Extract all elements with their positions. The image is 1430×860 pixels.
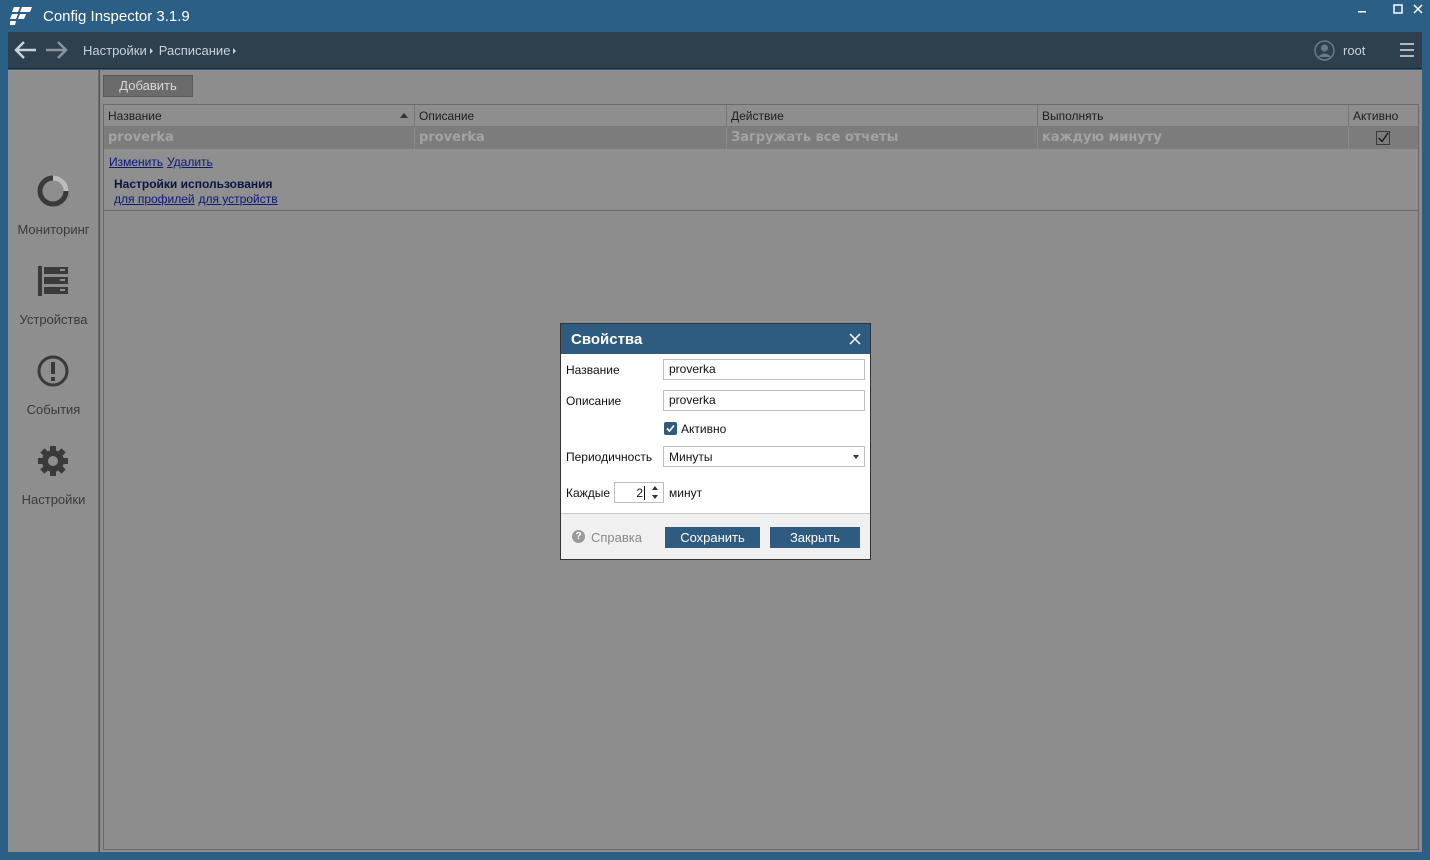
description-input[interactable]: proverka bbox=[663, 390, 865, 411]
period-select[interactable]: Минуты bbox=[663, 446, 865, 467]
app-logo-icon bbox=[10, 7, 32, 25]
avatar-icon bbox=[1314, 40, 1335, 61]
column-header-name[interactable]: Название bbox=[104, 105, 415, 127]
help-label: Справка bbox=[591, 530, 642, 545]
description-label: Описание bbox=[566, 394, 622, 408]
dialog-header: Свойства bbox=[561, 324, 870, 354]
events-icon bbox=[37, 355, 69, 387]
close-window-button[interactable] bbox=[1408, 2, 1428, 20]
name-input[interactable]: proverka bbox=[663, 359, 865, 380]
interval-unit: минут bbox=[669, 486, 703, 500]
for-devices-link[interactable]: для устройств bbox=[198, 192, 277, 206]
breadcrumb-item-settings[interactable]: Настройки bbox=[83, 43, 147, 58]
cell-action: Загружать все отчеты bbox=[727, 127, 1038, 149]
delete-link[interactable]: Удалить bbox=[167, 155, 213, 169]
navigation-bar: Настройки Расписание root bbox=[8, 32, 1422, 69]
period-select-value: Минуты bbox=[669, 450, 713, 464]
sort-ascending-icon bbox=[400, 113, 408, 118]
checkmark-icon bbox=[666, 424, 675, 433]
maximize-icon bbox=[1393, 4, 1403, 14]
sidebar-item-settings[interactable]: Настройки bbox=[8, 444, 99, 524]
window-title: Config Inspector 3.1.9 bbox=[43, 8, 190, 25]
for-profiles-link[interactable]: для профилей bbox=[114, 192, 195, 206]
every-label: Каждые bbox=[566, 486, 610, 500]
minimize-icon bbox=[1358, 11, 1366, 13]
column-header-schedule[interactable]: Выполнять bbox=[1038, 105, 1349, 127]
chevron-down-icon bbox=[853, 455, 859, 459]
user-name: root bbox=[1343, 43, 1366, 58]
stepper-up-icon[interactable] bbox=[652, 486, 658, 490]
sidebar-item-label: События bbox=[26, 402, 81, 417]
usage-settings-header: Настройки использования bbox=[114, 177, 273, 191]
row-detail-panel: Изменить Удалить Настройки использования… bbox=[104, 149, 1418, 211]
column-header-action[interactable]: Действие bbox=[727, 105, 1038, 127]
devices-icon bbox=[38, 266, 68, 296]
table-header: Название Описание Действие Выполнять Акт… bbox=[104, 105, 1418, 127]
close-button[interactable]: Закрыть bbox=[770, 527, 860, 548]
table-row[interactable]: proverka proverka Загружать все отчеты к… bbox=[104, 127, 1418, 149]
sidebar-item-events[interactable]: События bbox=[8, 354, 99, 434]
cell-name: proverka bbox=[104, 127, 415, 149]
column-header-label: Название bbox=[108, 109, 162, 123]
breadcrumb: Настройки Расписание bbox=[83, 43, 242, 58]
active-checkbox[interactable] bbox=[664, 422, 677, 435]
period-label: Периодичность bbox=[566, 450, 653, 464]
close-icon bbox=[1413, 4, 1423, 14]
column-header-description[interactable]: Описание bbox=[415, 105, 727, 127]
properties-dialog: Свойства Название proverka Описание prov… bbox=[560, 323, 871, 560]
active-checkbox-icon[interactable] bbox=[1376, 131, 1390, 145]
help-icon: ? bbox=[572, 530, 585, 543]
forward-arrow-icon[interactable] bbox=[44, 39, 70, 61]
active-checkbox-label: Активно bbox=[681, 422, 727, 436]
maximize-button[interactable] bbox=[1388, 2, 1408, 20]
sidebar-item-label: Настройки bbox=[21, 492, 86, 507]
sidebar-item-label: Устройства bbox=[19, 312, 88, 327]
sidebar: Мониторинг Устройства События Настройки bbox=[8, 70, 99, 852]
dialog-title: Свойства bbox=[571, 331, 643, 348]
text-cursor bbox=[644, 486, 645, 500]
edit-link[interactable]: Изменить bbox=[109, 155, 163, 169]
settings-icon bbox=[38, 446, 68, 476]
sidebar-item-devices[interactable]: Устройства bbox=[8, 264, 99, 344]
window-titlebar: Config Inspector 3.1.9 bbox=[0, 0, 1430, 32]
breadcrumb-separator-icon bbox=[233, 48, 237, 54]
save-button[interactable]: Сохранить bbox=[665, 527, 760, 548]
column-header-active[interactable]: Активно bbox=[1349, 105, 1418, 127]
cell-description: proverka bbox=[415, 127, 727, 149]
breadcrumb-item-schedule[interactable]: Расписание bbox=[159, 43, 231, 58]
name-label: Название bbox=[566, 363, 620, 377]
monitoring-icon bbox=[37, 175, 69, 207]
add-button[interactable]: Добавить bbox=[103, 75, 193, 97]
back-arrow-icon[interactable] bbox=[12, 39, 38, 61]
cell-schedule: каждую минуту bbox=[1038, 127, 1349, 149]
breadcrumb-separator-icon bbox=[149, 48, 153, 54]
stepper-down-icon[interactable] bbox=[652, 495, 658, 499]
dialog-footer: ? Справка Сохранить Закрыть bbox=[561, 513, 870, 559]
sidebar-item-label: Мониторинг bbox=[17, 222, 90, 237]
close-icon[interactable] bbox=[849, 333, 861, 345]
sidebar-item-monitoring[interactable]: Мониторинг bbox=[8, 174, 99, 254]
interval-stepper[interactable]: 2 bbox=[614, 482, 664, 503]
menu-icon[interactable] bbox=[1400, 43, 1414, 57]
interval-value: 2 bbox=[636, 486, 643, 500]
minimize-button[interactable] bbox=[1352, 2, 1372, 20]
